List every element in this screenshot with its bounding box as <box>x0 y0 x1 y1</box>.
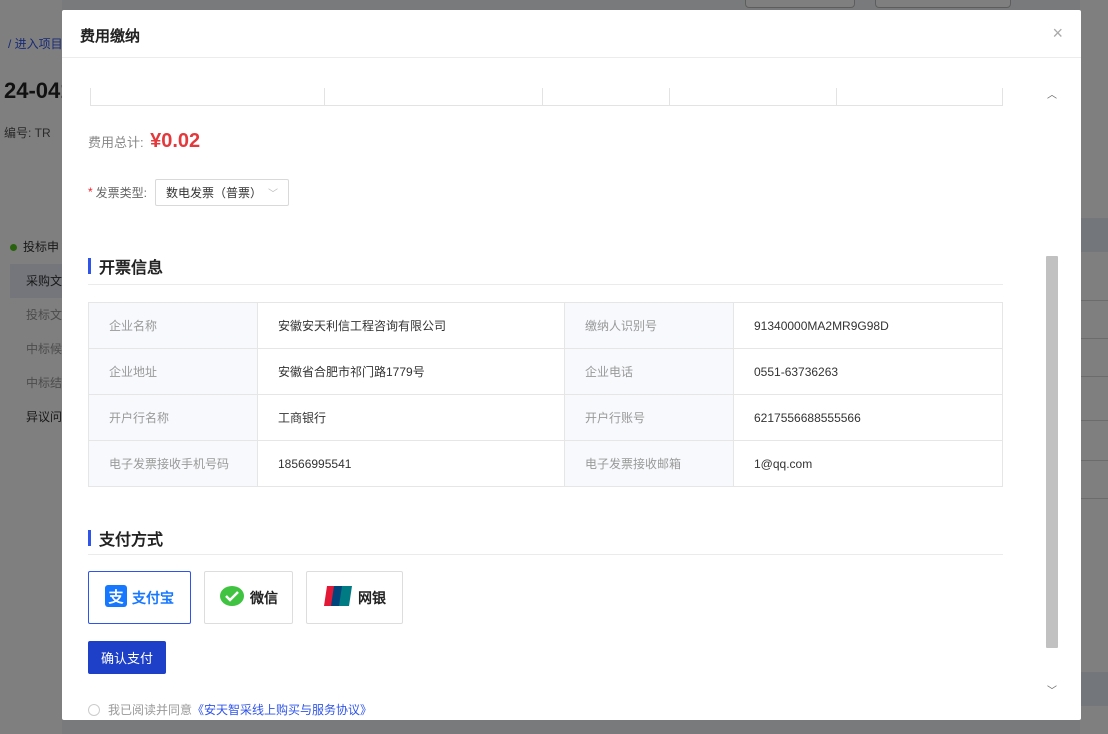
table-cell-label: 开户行账号 <box>564 394 734 441</box>
unionpay-icon <box>323 586 353 609</box>
table-cell-label: 企业地址 <box>88 348 258 395</box>
table-cell-value: 0551-63736263 <box>733 348 1003 395</box>
pay-option-wechat[interactable]: 微信 <box>204 571 293 624</box>
wechat-icon <box>219 585 245 610</box>
section-accent-bar <box>88 530 91 546</box>
fee-total: 费用总计: ¥0.02 <box>88 130 200 153</box>
payment-method-section-title: 支付方式 <box>88 527 163 549</box>
scroll-up-arrow-icon[interactable]: ︿ <box>1044 88 1060 104</box>
table-cell-value: 工商银行 <box>257 394 565 441</box>
scroll-track[interactable] <box>1046 106 1058 682</box>
section-title-text: 开票信息 <box>99 260 164 277</box>
invoice-info-table: 企业名称 安徽安天利信工程咨询有限公司 缴纳人识别号 91340000MA2MR… <box>88 302 1003 487</box>
table-cell-value: 91340000MA2MR9G98D <box>733 302 1003 349</box>
payment-method-list: 支 支付宝 微信 网银 <box>88 571 416 624</box>
chevron-down-icon: ﹀ <box>268 188 279 200</box>
dialog-title: 费用缴纳 <box>80 28 141 45</box>
section-title-text: 支付方式 <box>99 532 164 549</box>
agreement-text: 我已阅读并同意 <box>108 703 193 717</box>
invoice-type-select[interactable]: 数电发票（普票） ﹀ <box>155 178 290 206</box>
table-cell-label: 企业电话 <box>564 348 734 395</box>
invoice-type-field: * 发票类型: 数电发票（普票） ﹀ <box>88 178 290 206</box>
agreement-radio[interactable] <box>88 703 100 716</box>
table-column-divider <box>669 88 670 106</box>
dialog-header: 费用缴纳 × <box>62 10 1081 58</box>
table-cell-value: 6217556688555566 <box>733 394 1003 441</box>
confirm-payment-button[interactable]: 确认支付 <box>88 641 166 674</box>
table-cell-label: 企业名称 <box>88 302 258 349</box>
table-cell-value: 安徽省合肥市祁门路1779号 <box>257 348 565 395</box>
table-cell-label: 开户行名称 <box>88 394 258 441</box>
section-accent-bar <box>88 258 91 274</box>
table-cell-label: 电子发票接收邮箱 <box>564 440 734 487</box>
table-row: 开户行名称 工商银行 开户行账号 6217556688555566 <box>88 394 1003 441</box>
pay-option-unionpay[interactable]: 网银 <box>306 571 403 624</box>
table-row: 企业名称 安徽安天利信工程咨询有限公司 缴纳人识别号 91340000MA2MR… <box>88 302 1003 349</box>
table-column-divider <box>836 88 837 106</box>
invoice-type-value: 数电发票（普票） <box>166 185 263 200</box>
table-column-divider <box>542 88 543 106</box>
agreement-row: 我已阅读并同意 《安天智采线上购买与服务协议》 <box>88 701 372 718</box>
table-row: 企业地址 安徽省合肥市祁门路1779号 企业电话 0551-63736263 <box>88 348 1003 395</box>
close-icon[interactable]: × <box>1052 23 1063 43</box>
table-cell-value: 18566995541 <box>257 440 565 487</box>
table-cell-label: 电子发票接收手机号码 <box>88 440 258 487</box>
fee-total-label: 费用总计: <box>88 135 144 150</box>
required-mark: * <box>88 185 93 199</box>
agreement-link[interactable]: 《安天智采线上购买与服务协议》 <box>192 701 372 718</box>
section-divider <box>88 554 1003 555</box>
section-divider <box>88 284 1003 285</box>
dialog-body[interactable]: 费用总计: ¥0.02 * 发票类型: 数电发票（普票） ﹀ 开票信息 企业名称… <box>62 58 1081 720</box>
pay-option-label: 微信 <box>250 589 278 606</box>
fee-total-value: ¥0.02 <box>150 130 201 152</box>
dialog-scrollbar[interactable]: ︿ ﹀ <box>1044 88 1060 700</box>
table-cell-value: 安徽安天利信工程咨询有限公司 <box>257 302 565 349</box>
invoice-info-section-title: 开票信息 <box>88 255 163 277</box>
fee-payment-dialog: 费用缴纳 × 费用总计: ¥0.02 * 发票类型: 数电发票（普票） ﹀ 开票… <box>62 10 1081 720</box>
scroll-down-arrow-icon[interactable]: ﹀ <box>1044 684 1060 700</box>
table-column-divider <box>324 88 325 106</box>
alipay-icon: 支 <box>105 585 127 610</box>
table-row: 电子发票接收手机号码 18566995541 电子发票接收邮箱 1@qq.com <box>88 440 1003 487</box>
pay-option-alipay[interactable]: 支 支付宝 <box>88 571 191 624</box>
svg-text:支: 支 <box>107 588 124 606</box>
pay-option-label: 网银 <box>358 589 386 606</box>
invoice-type-label: 发票类型: <box>95 185 148 200</box>
table-cell-value: 1@qq.com <box>733 440 1003 487</box>
table-cell-label: 缴纳人识别号 <box>564 302 734 349</box>
fee-detail-table <box>90 88 1003 106</box>
scroll-thumb[interactable] <box>1046 256 1058 648</box>
pay-option-label: 支付宝 <box>132 589 174 606</box>
